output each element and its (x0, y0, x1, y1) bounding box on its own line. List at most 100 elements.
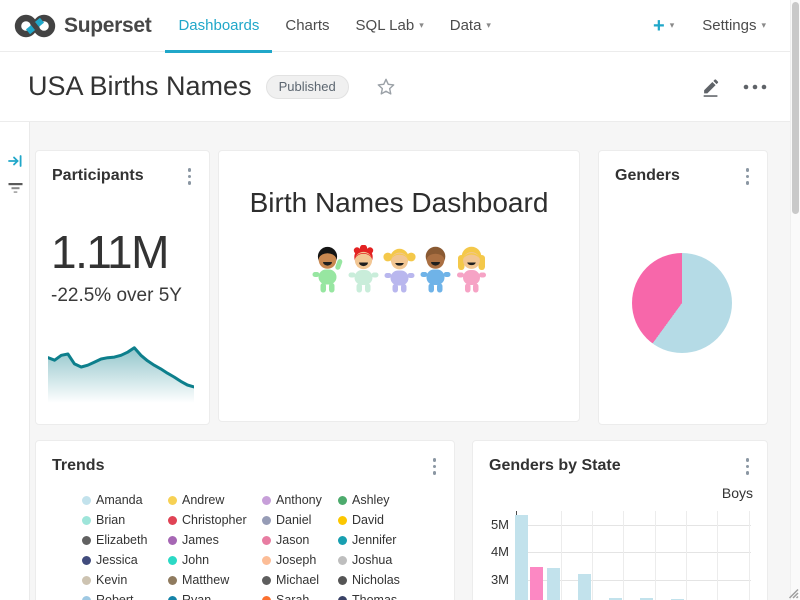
card-title: Genders (615, 167, 680, 185)
legend-item[interactable]: Sarah (262, 591, 338, 600)
filter-lines-icon[interactable] (7, 180, 24, 196)
legend-label: Michael (276, 573, 319, 587)
ellipsis-icon[interactable] (742, 83, 768, 91)
legend-item[interactable]: Jessica (82, 551, 168, 569)
legend-item[interactable]: Anthony (262, 491, 338, 509)
nav-item-sql-lab[interactable]: SQL Lab ▾ (343, 0, 437, 52)
legend-dot (82, 556, 91, 565)
edit-pencil-icon[interactable] (700, 76, 722, 98)
bar-boys (515, 515, 528, 600)
nav-item-data[interactable]: Data ▾ (437, 0, 504, 52)
legend-label: Sarah (276, 593, 309, 600)
legend-dot (168, 596, 177, 600)
legend-dot (338, 556, 347, 565)
legend-dot (168, 496, 177, 505)
legend-item[interactable]: Nicholas (338, 571, 430, 589)
y-axis-tick: 3M (477, 572, 509, 587)
legend-item[interactable]: Jennifer (338, 531, 430, 549)
legend-item-boys[interactable]: Boys (704, 485, 753, 501)
card-title: Trends (52, 457, 104, 475)
legend-item[interactable]: Robert (82, 591, 168, 600)
legend-item[interactable]: Christopher (168, 511, 262, 529)
markdown-heading: Birth Names Dashboard (219, 187, 579, 219)
settings-menu[interactable]: Settings ▾ (702, 17, 766, 34)
legend-dot (82, 496, 91, 505)
caret-down-icon: ▾ (419, 20, 424, 31)
caret-down-icon: ▾ (761, 20, 766, 31)
legend-item[interactable]: Andrew (168, 491, 262, 509)
new-item-button[interactable]: + ▾ (653, 16, 674, 36)
nav-links: Dashboards Charts SQL Lab ▾ Data ▾ (165, 0, 503, 52)
legend-item[interactable]: Daniel (262, 511, 338, 529)
legend-item[interactable]: Jason (262, 531, 338, 549)
kebab-menu-icon[interactable] (744, 455, 752, 478)
brand-name: Superset (64, 14, 151, 38)
kid-brown-hair-blue-outfit (419, 245, 452, 295)
big-number-value: 1.11M (51, 225, 168, 279)
bar-boys (547, 568, 560, 600)
legend-dot (262, 496, 271, 505)
kid-blonde-hair-pink-outfit (455, 245, 488, 295)
legend-item[interactable]: Amanda (82, 491, 168, 509)
scrollbar-track (790, 0, 800, 600)
legend-label: Thomas (352, 593, 397, 600)
published-badge[interactable]: Published (266, 75, 349, 99)
card-participants: Participants 1.11M -22.5% over 5Y (35, 150, 210, 425)
gridline (655, 511, 656, 600)
kid-red-hair-mint-outfit (347, 245, 380, 295)
nav-item-dashboards[interactable]: Dashboards (165, 0, 272, 52)
legend-label: Robert (96, 593, 134, 600)
expand-filter-bar-icon[interactable] (7, 153, 23, 169)
card-title: Genders by State (489, 457, 621, 475)
legend-label: Jennifer (352, 533, 396, 547)
legend-label: John (182, 553, 209, 567)
legend-item[interactable]: David (338, 511, 430, 529)
participants-trendline-chart (48, 341, 194, 403)
bar-boys (578, 574, 591, 600)
legend-item[interactable]: Ryan (168, 591, 262, 600)
scrollbar-thumb[interactable] (792, 2, 799, 214)
legend-dot (262, 516, 271, 525)
kids-emoji-row (219, 245, 579, 295)
legend-label: Matthew (182, 573, 229, 587)
legend-item[interactable]: Kevin (82, 571, 168, 589)
legend-label: Joshua (352, 553, 392, 567)
legend-dot (82, 516, 91, 525)
legend-item[interactable]: Ashley (338, 491, 430, 509)
legend-label: Anthony (276, 493, 322, 507)
superset-logo[interactable]: Superset (14, 11, 151, 41)
big-number-subheader: -22.5% over 5Y (51, 285, 182, 307)
legend-item[interactable]: Thomas (338, 591, 430, 600)
page-title: USA Births Names (28, 71, 252, 102)
kebab-menu-icon[interactable] (186, 165, 194, 188)
favorite-star-icon[interactable] (375, 76, 397, 98)
plus-icon: + (653, 16, 665, 36)
legend-dot (338, 536, 347, 545)
card-birth-names-markdown: Birth Names Dashboard (218, 150, 580, 422)
caret-down-icon: ▾ (486, 20, 491, 31)
genders-pie-chart (632, 253, 732, 353)
legend-dot (262, 576, 271, 585)
legend-item[interactable]: John (168, 551, 262, 569)
legend-label: Jessica (96, 553, 138, 567)
legend-item[interactable]: Joseph (262, 551, 338, 569)
resize-handle-icon[interactable] (786, 586, 799, 599)
kebab-menu-icon[interactable] (431, 455, 439, 478)
legend-item[interactable]: Joshua (338, 551, 430, 569)
legend-label: Kevin (96, 573, 127, 587)
legend-label: Christopher (182, 513, 247, 527)
legend-dot (704, 487, 716, 499)
y-axis-tick: 5M (477, 517, 509, 532)
header-actions (700, 76, 768, 98)
nav-right: + ▾ Settings ▾ (653, 16, 766, 36)
nav-item-charts[interactable]: Charts (272, 0, 342, 52)
kebab-menu-icon[interactable] (744, 165, 752, 188)
legend-item[interactable]: Elizabeth (82, 531, 168, 549)
legend-dot (168, 556, 177, 565)
legend-item[interactable]: Matthew (168, 571, 262, 589)
legend-item[interactable]: Michael (262, 571, 338, 589)
gridline (686, 511, 687, 600)
legend-item[interactable]: James (168, 531, 262, 549)
legend-dot (168, 536, 177, 545)
legend-item[interactable]: Brian (82, 511, 168, 529)
